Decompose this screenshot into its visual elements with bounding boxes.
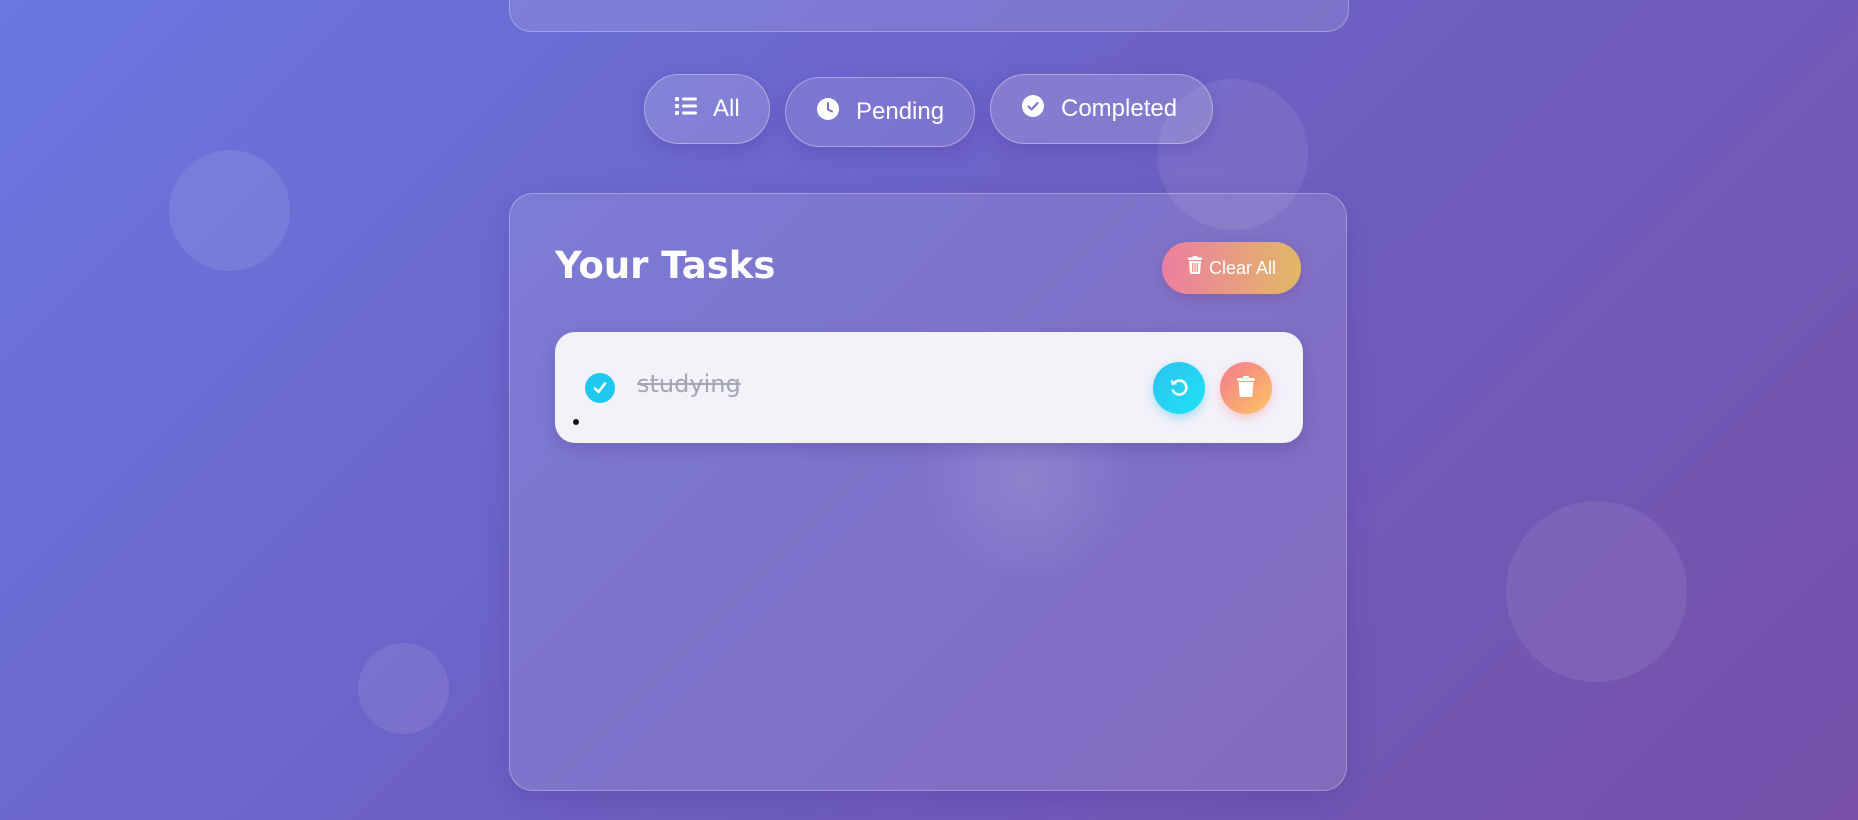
clock-icon [816, 97, 840, 128]
tasks-panel: Your Tasks Clear All studying [509, 193, 1347, 791]
delete-task-button[interactable] [1220, 362, 1272, 414]
undo-task-button[interactable] [1153, 362, 1205, 414]
task-complete-checkbox[interactable] [585, 373, 615, 403]
task-text: studying [637, 370, 741, 398]
filter-completed-label: Completed [1061, 95, 1178, 122]
check-circle-icon [1021, 94, 1045, 125]
decorative-bubble [358, 643, 449, 734]
filter-pending-button[interactable]: Pending [785, 77, 975, 147]
input-card [509, 0, 1349, 32]
trash-icon [1236, 375, 1256, 401]
task-list: studying [555, 332, 1303, 443]
undo-icon [1167, 375, 1191, 402]
decorative-bubble [1506, 501, 1687, 682]
clear-all-label: Clear All [1208, 257, 1277, 278]
filter-pending-label: Pending [856, 98, 945, 125]
filter-all-button[interactable]: All [644, 74, 770, 144]
list-icon [675, 95, 697, 123]
checkmark-icon [593, 382, 607, 394]
decorative-bubble [169, 150, 290, 271]
filter-all-label: All [713, 95, 740, 122]
clear-all-button[interactable]: Clear All [1162, 242, 1301, 294]
filter-completed-button[interactable]: Completed [990, 74, 1213, 144]
task-item: studying [555, 332, 1303, 443]
trash-icon [1187, 256, 1203, 280]
tasks-title: Your Tasks [555, 244, 776, 287]
list-bullet [573, 419, 579, 425]
